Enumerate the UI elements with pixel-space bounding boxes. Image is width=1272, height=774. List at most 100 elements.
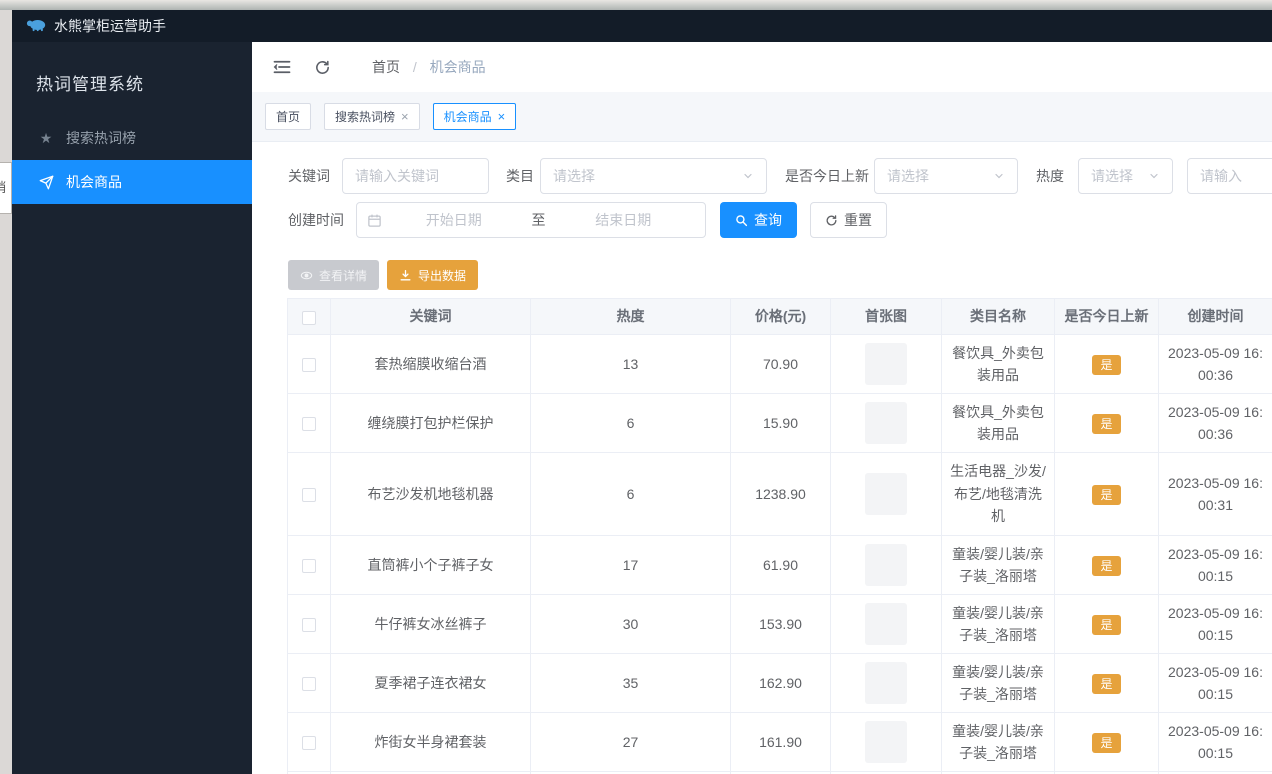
- sidebar-system-title: 热词管理系统: [36, 75, 144, 94]
- cell-keyword: 炸街女半身裙套装: [330, 712, 531, 772]
- tab-label: 首页: [276, 110, 301, 124]
- app-title: 水熊掌柜运营助手: [54, 18, 166, 34]
- refresh-icon[interactable]: [307, 52, 337, 82]
- cell-created: 2023-05-09 16:00:36: [1158, 393, 1272, 453]
- end-date-input[interactable]: [551, 212, 695, 228]
- cell-category: 餐饮具_外卖包装用品: [941, 334, 1055, 394]
- cell-created: 2023-05-09 16:00:15: [1158, 535, 1272, 595]
- col-is-new-today: 是否今日上新: [1054, 298, 1159, 335]
- col-category: 类目名称: [941, 298, 1055, 335]
- table-row[interactable]: 缠绕膜打包护栏保护 6 15.90 餐饮具_外卖包装用品 是 2023-05-0…: [287, 393, 1272, 453]
- keyword-input[interactable]: [342, 158, 489, 194]
- search-button-label: 查询: [754, 212, 782, 228]
- reset-refresh-icon: [826, 214, 837, 225]
- navbar: 首页 / 机会商品: [252, 42, 1272, 92]
- breadcrumb: 首页 / 机会商品: [372, 57, 486, 77]
- main-area: 首页 / 机会商品 首页 搜索热词榜 × 机会商品 × 关键词 类目 请选择 是…: [252, 42, 1272, 774]
- cell-heat: 30: [530, 594, 731, 654]
- cell-price: 15.90: [730, 393, 831, 453]
- start-date-input[interactable]: [382, 212, 526, 228]
- desktop-top-strip: [0, 0, 1272, 10]
- heat-input[interactable]: [1187, 158, 1272, 194]
- cell-heat: 6: [530, 452, 731, 536]
- cell-created: 2023-05-09 16:00:31: [1158, 452, 1272, 536]
- select-placeholder: 请选择: [1091, 168, 1133, 184]
- reset-button[interactable]: 重置: [810, 202, 887, 238]
- view-detail-label: 查看详情: [319, 268, 368, 283]
- cell-keyword: 缠绕膜打包护栏保护: [330, 393, 531, 453]
- tags-view: 首页 搜索热词榜 × 机会商品 ×: [252, 92, 1272, 142]
- is-new-badge: 是: [1092, 413, 1121, 434]
- row-checkbox[interactable]: [302, 677, 316, 692]
- product-image-placeholder: [865, 544, 907, 586]
- table-row[interactable]: 直筒裤小个子裤子女 17 61.90 童装/婴儿装/亲子装_洛丽塔 是 2023…: [287, 535, 1272, 595]
- table-row[interactable]: 炸街女半身裙套装 27 161.90 童装/婴儿装/亲子装_洛丽塔 是 2023…: [287, 712, 1272, 772]
- select-placeholder: 请选择: [553, 168, 595, 184]
- is-new-badge: 是: [1092, 673, 1121, 694]
- cell-category: 童装/婴儿装/亲子装_洛丽塔: [941, 535, 1055, 595]
- chevron-down-icon: [744, 173, 752, 179]
- cell-created: 2023-05-09 16:00:15: [1158, 653, 1272, 713]
- product-image-placeholder: [865, 473, 907, 515]
- close-icon[interactable]: ×: [401, 110, 409, 123]
- table-row[interactable]: 夏季裙子连衣裙女 35 162.90 童装/婴儿装/亲子装_洛丽塔 是 2023…: [287, 653, 1272, 713]
- row-checkbox[interactable]: [302, 736, 316, 751]
- send-icon: [38, 174, 54, 191]
- is-new-badge: 是: [1092, 555, 1121, 576]
- sidebar-collapse-button[interactable]: [267, 52, 297, 82]
- today-new-select[interactable]: 请选择: [874, 158, 1018, 194]
- row-checkbox[interactable]: [302, 358, 316, 373]
- table-row[interactable]: 套热缩膜收缩台酒 13 70.90 餐饮具_外卖包装用品 是 2023-05-0…: [287, 334, 1272, 394]
- is-new-badge: 是: [1092, 732, 1121, 753]
- download-icon: [400, 269, 411, 280]
- app-titlebar: 水熊掌柜运营助手: [12, 10, 1272, 42]
- tab-home[interactable]: 首页: [265, 103, 312, 130]
- tab-label: 机会商品: [443, 110, 492, 124]
- row-checkbox[interactable]: [302, 618, 316, 633]
- view-detail-button[interactable]: 查看详情: [288, 260, 380, 290]
- cell-keyword: 夏季裙子连衣裙女: [330, 653, 531, 713]
- category-select[interactable]: 请选择: [540, 158, 767, 194]
- category-label: 类目: [506, 168, 534, 184]
- table-row[interactable]: 布艺沙发机地毯机器 6 1238.90 生活电器_沙发/布艺/地毯清洗机 是 2…: [287, 452, 1272, 536]
- product-image-placeholder: [865, 603, 907, 645]
- col-heat: 热度: [530, 298, 731, 335]
- desktop-left-strip: [0, 10, 12, 774]
- row-checkbox[interactable]: [302, 417, 316, 432]
- date-range-to: 至: [531, 212, 546, 228]
- results-table: 关键词 热度 价格(元) 首张图 类目名称 是否今日上新 创建时间 套热缩膜收缩…: [287, 298, 1272, 774]
- product-image-placeholder: [865, 402, 907, 444]
- row-checkbox[interactable]: [302, 488, 316, 503]
- cell-keyword: 牛仔裤女冰丝裤子: [330, 594, 531, 654]
- col-keyword: 关键词: [330, 298, 531, 335]
- cell-price: 162.90: [730, 653, 831, 713]
- search-button[interactable]: 查询: [720, 202, 797, 238]
- cell-heat: 13: [530, 334, 731, 394]
- tab-opportunity-goods[interactable]: 机会商品 ×: [432, 103, 517, 130]
- cell-category: 餐饮具_外卖包装用品: [941, 393, 1055, 453]
- cell-price: 161.90: [730, 712, 831, 772]
- cell-category: 童装/婴儿装/亲子装_洛丽塔: [941, 712, 1055, 772]
- cell-created: 2023-05-09 16:00:15: [1158, 594, 1272, 654]
- tab-hot-words[interactable]: 搜索热词榜 ×: [324, 103, 420, 130]
- close-icon[interactable]: ×: [498, 110, 506, 123]
- export-data-button[interactable]: 导出数据: [387, 260, 479, 290]
- sidebar-item-hot-words[interactable]: ★ 搜索热词榜: [12, 116, 252, 160]
- breadcrumb-home[interactable]: 首页: [372, 59, 400, 75]
- sidebar-item-opportunity-goods[interactable]: 机会商品: [12, 160, 252, 204]
- col-price: 价格(元): [730, 298, 831, 335]
- sidebar-item-label: 机会商品: [66, 174, 122, 190]
- select-all-checkbox[interactable]: [302, 310, 316, 325]
- cell-category: 生活电器_沙发/布艺/地毯清洗机: [941, 452, 1055, 536]
- cell-category: 童装/婴儿装/亲子装_洛丽塔: [941, 653, 1055, 713]
- row-checkbox[interactable]: [302, 559, 316, 574]
- product-image-placeholder: [865, 662, 907, 704]
- cell-price: 61.90: [730, 535, 831, 595]
- heat-select[interactable]: 请选择: [1078, 158, 1173, 194]
- date-range-picker[interactable]: 至: [356, 202, 706, 238]
- table-row[interactable]: 牛仔裤女冰丝裤子 30 153.90 童装/婴儿装/亲子装_洛丽塔 是 2023…: [287, 594, 1272, 654]
- product-image-placeholder: [865, 721, 907, 763]
- background-window-fragment: 销: [0, 162, 12, 214]
- is-new-badge: 是: [1092, 614, 1121, 635]
- cell-category: 童装/婴儿装/亲子装_洛丽塔: [941, 594, 1055, 654]
